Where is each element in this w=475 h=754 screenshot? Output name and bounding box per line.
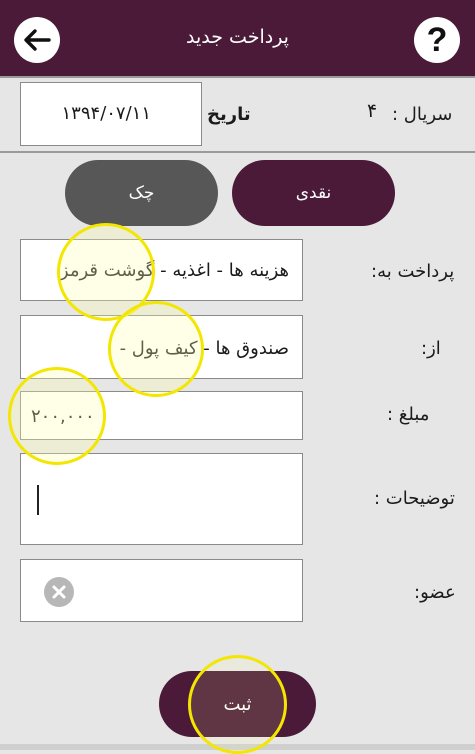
- description-label: توضیحات :: [374, 488, 455, 509]
- submit-button[interactable]: ثبت: [159, 671, 316, 737]
- page-title: پرداخت جدید: [186, 26, 289, 48]
- description-field[interactable]: [20, 453, 303, 545]
- date-field[interactable]: ۱۳۹۴/۰۷/۱۱: [20, 82, 202, 146]
- header-divider: [0, 76, 475, 78]
- cheque-label: چک: [128, 183, 155, 203]
- serial-value: ۴: [367, 100, 378, 122]
- from-field[interactable]: صندوق ها - کیف پول -: [20, 315, 303, 379]
- pay-to-value: هزینه ها - اغذیه - گوشت قرمز: [59, 260, 289, 281]
- cheque-button[interactable]: چک: [65, 160, 218, 226]
- submit-label: ثبت: [223, 693, 252, 715]
- app-header: پرداخت جدید ?: [0, 0, 475, 76]
- bottom-frame: [0, 744, 475, 750]
- cash-label: نقدی: [295, 183, 332, 203]
- pay-to-label: پرداخت به:: [371, 261, 455, 282]
- member-label: عضو:: [414, 582, 456, 603]
- clear-icon[interactable]: [44, 577, 74, 607]
- date-value: ۱۳۹۴/۰۷/۱۱: [61, 103, 151, 124]
- cash-button[interactable]: نقدی: [232, 160, 395, 226]
- serial-label: سریال :: [392, 104, 453, 125]
- from-value: صندوق ها - کیف پول -: [119, 338, 289, 359]
- pay-to-field[interactable]: هزینه ها - اغذیه - گوشت قرمز: [20, 239, 303, 301]
- text-cursor: [37, 485, 39, 515]
- date-label: تاریخ: [207, 104, 251, 125]
- from-label: از:: [421, 338, 441, 359]
- close-icon: [52, 585, 66, 599]
- question-icon: ?: [426, 20, 448, 59]
- amount-field[interactable]: ۲۰۰,۰۰۰: [20, 391, 303, 440]
- amount-value: ۲۰۰,۰۰۰: [31, 406, 95, 427]
- meta-divider: [0, 151, 475, 153]
- help-button[interactable]: ?: [414, 17, 460, 63]
- amount-label: مبلغ :: [387, 404, 430, 425]
